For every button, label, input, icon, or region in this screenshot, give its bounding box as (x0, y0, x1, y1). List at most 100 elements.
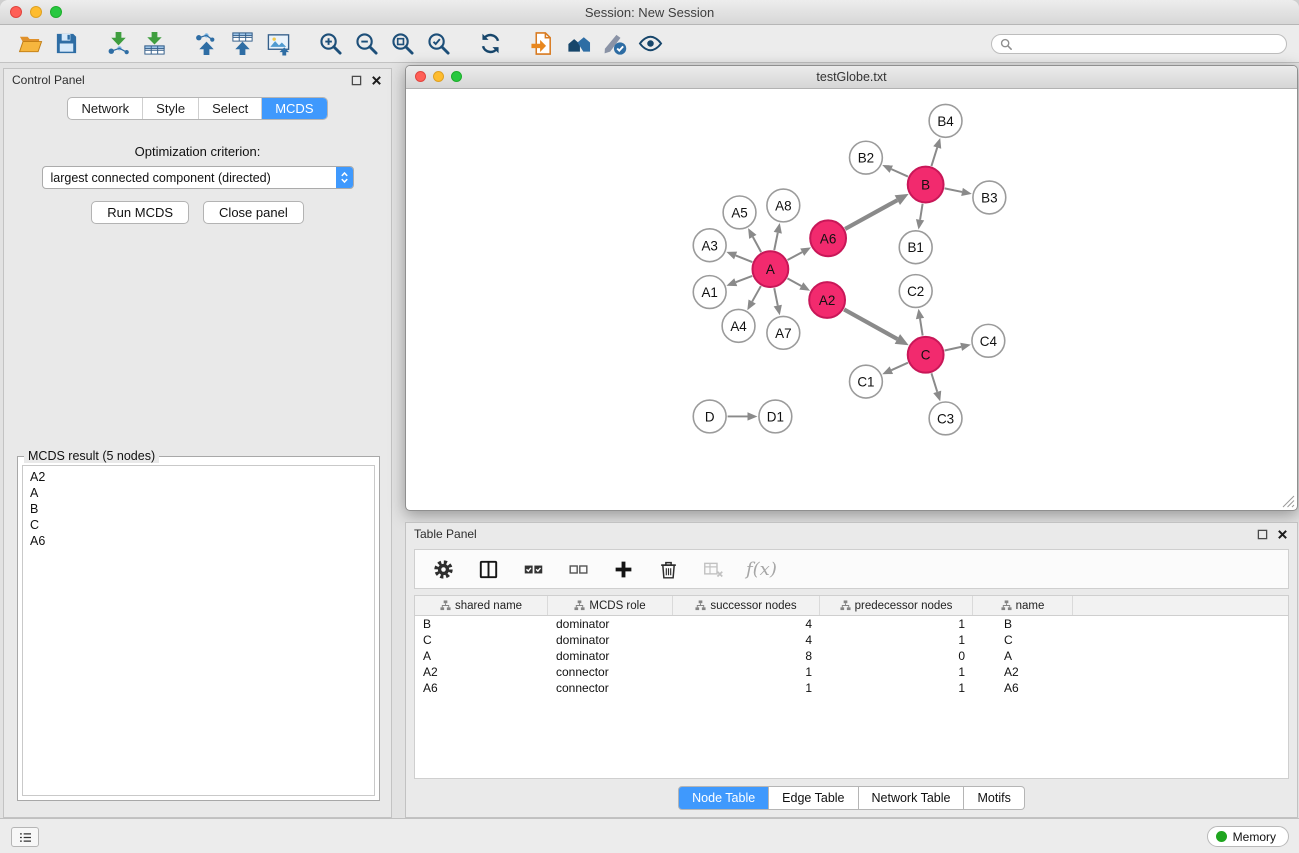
cell-shared-name[interactable]: A6 (415, 681, 548, 695)
tab-motifs[interactable]: Motifs (964, 786, 1024, 810)
cell-name[interactable]: A6 (973, 681, 1073, 695)
network-zoom-button[interactable] (451, 71, 462, 82)
optimization-criterion-select[interactable]: largest connected component (directed) (42, 166, 354, 189)
cell-predecessor-nodes[interactable]: 1 (820, 617, 973, 631)
memory-button[interactable]: Memory (1207, 826, 1289, 847)
minimize-window-button[interactable] (30, 6, 42, 18)
mcds-result-item[interactable]: A (23, 485, 374, 501)
graph-node-B2[interactable]: B2 (850, 141, 883, 174)
graph-edge-A-A4[interactable] (752, 286, 761, 302)
apply-style-button[interactable] (596, 29, 632, 59)
cell-predecessor-nodes[interactable]: 1 (820, 665, 973, 679)
graph-edge-A2-C[interactable] (844, 309, 897, 339)
network-close-button[interactable] (415, 71, 426, 82)
mcds-result-item[interactable]: B (23, 501, 374, 517)
graph-node-C3[interactable]: C3 (929, 402, 962, 435)
delete-table-button[interactable] (701, 557, 725, 581)
search-input[interactable] (1017, 36, 1278, 52)
cell-name[interactable]: A (973, 649, 1073, 663)
zoom-in-button[interactable] (312, 29, 348, 59)
export-network-button[interactable] (188, 29, 224, 59)
graph-edge-A-A2[interactable] (787, 278, 801, 286)
graph-node-D1[interactable]: D1 (759, 400, 792, 433)
open-session-button[interactable] (12, 29, 48, 59)
table-settings-button[interactable] (431, 557, 455, 581)
cell-name[interactable]: B (973, 617, 1073, 631)
graph-node-A8[interactable]: A8 (767, 189, 800, 222)
graph-edge-C-C4[interactable] (945, 347, 962, 351)
graph-edge-A-A8[interactable] (774, 233, 778, 250)
graph-edge-B-B3[interactable] (945, 188, 962, 192)
table-row-B[interactable]: Bdominator41B (415, 616, 1288, 632)
cell-mcds-role[interactable]: dominator (548, 617, 673, 631)
home-button[interactable] (560, 29, 596, 59)
graph-node-A7[interactable]: A7 (767, 316, 800, 349)
tab-network[interactable]: Network (68, 98, 143, 119)
cell-shared-name[interactable]: A2 (415, 665, 548, 679)
table-row-A6[interactable]: A6connector11A6 (415, 680, 1288, 696)
cell-shared-name[interactable]: C (415, 633, 548, 647)
column-header-shared-name[interactable]: shared name (415, 596, 548, 615)
table-row-C[interactable]: Cdominator41C (415, 632, 1288, 648)
cell-name[interactable]: A2 (973, 665, 1073, 679)
apply-function-button[interactable]: f(x) (746, 557, 777, 581)
show-columns-button[interactable] (476, 557, 500, 581)
graph-node-A5[interactable]: A5 (723, 196, 756, 229)
tab-network-table[interactable]: Network Table (859, 786, 965, 810)
network-canvas[interactable]: B4B2BB3A5A8A6B1A3AC2A1A2A4A7CC4C1C3DD1 (407, 89, 1296, 509)
close-table-panel-button[interactable] (1275, 527, 1289, 541)
graph-edge-B-B1[interactable] (920, 204, 923, 220)
cell-shared-name[interactable]: B (415, 617, 548, 631)
select-all-columns-button[interactable] (521, 557, 545, 581)
tab-select[interactable]: Select (199, 98, 262, 119)
graph-edge-B-B2[interactable] (891, 169, 908, 176)
graph-node-A6[interactable]: A6 (810, 220, 846, 256)
graph-edge-A6-B[interactable] (845, 200, 897, 229)
panel-menu-button[interactable] (11, 827, 39, 847)
save-session-button[interactable] (48, 29, 84, 59)
run-mcds-button[interactable]: Run MCDS (91, 201, 189, 224)
tab-style[interactable]: Style (143, 98, 199, 119)
table-row-A2[interactable]: A2connector11A2 (415, 664, 1288, 680)
zoom-selected-button[interactable] (420, 29, 456, 59)
cell-successor-nodes[interactable]: 1 (673, 681, 820, 695)
refresh-view-button[interactable] (472, 29, 508, 59)
graph-edge-A-A5[interactable] (753, 237, 761, 252)
graph-node-C4[interactable]: C4 (972, 324, 1005, 357)
column-header-mcds-role[interactable]: MCDS role (548, 596, 673, 615)
graph-edge-C-C1[interactable] (891, 363, 908, 370)
import-file-button[interactable] (524, 29, 560, 59)
cell-successor-nodes[interactable]: 4 (673, 617, 820, 631)
column-header-successor-nodes[interactable]: successor nodes (673, 596, 820, 615)
graph-edge-A-A6[interactable] (788, 252, 803, 260)
deselect-all-columns-button[interactable] (566, 557, 590, 581)
graph-edge-C-C2[interactable] (920, 319, 923, 336)
cell-successor-nodes[interactable]: 4 (673, 633, 820, 647)
export-image-button[interactable] (260, 29, 296, 59)
cell-name[interactable]: C (973, 633, 1073, 647)
show-hide-button[interactable] (632, 29, 668, 59)
graph-edge-A-A7[interactable] (774, 288, 778, 305)
add-column-button[interactable] (611, 557, 635, 581)
mcds-result-item[interactable]: A2 (23, 469, 374, 485)
cell-successor-nodes[interactable]: 8 (673, 649, 820, 663)
graph-edge-A-A3[interactable] (736, 255, 753, 262)
graph-node-A2[interactable]: A2 (809, 282, 845, 318)
tab-edge-table[interactable]: Edge Table (769, 786, 858, 810)
graph-node-A[interactable]: A (752, 251, 788, 287)
close-panel-button[interactable] (369, 73, 383, 87)
graph-edge-A-A1[interactable] (736, 276, 752, 282)
column-header-predecessor-nodes[interactable]: predecessor nodes (820, 596, 973, 615)
cell-predecessor-nodes[interactable]: 1 (820, 633, 973, 647)
graph-edge-B-B4[interactable] (931, 147, 937, 166)
cell-mcds-role[interactable]: dominator (548, 633, 673, 647)
graph-node-D[interactable]: D (693, 400, 726, 433)
cell-predecessor-nodes[interactable]: 1 (820, 681, 973, 695)
close-panel-button-label[interactable]: Close panel (203, 201, 304, 224)
graph-node-C1[interactable]: C1 (850, 365, 883, 398)
graph-node-B4[interactable]: B4 (929, 104, 962, 137)
graph-node-B3[interactable]: B3 (973, 181, 1006, 214)
cell-mcds-role[interactable]: connector (548, 665, 673, 679)
graph-node-C2[interactable]: C2 (899, 275, 932, 308)
cell-shared-name[interactable]: A (415, 649, 548, 663)
